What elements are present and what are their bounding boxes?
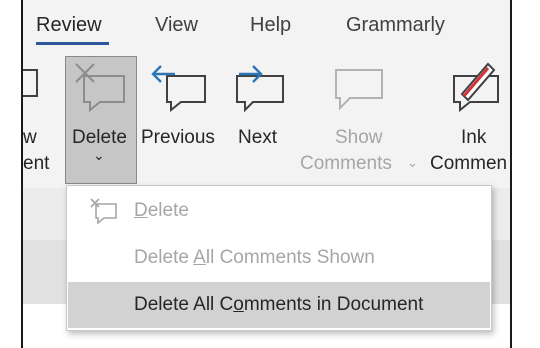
window-border-right: [510, 0, 512, 348]
menu-item-delete[interactable]: Delete: [68, 188, 490, 234]
menu-item-label: Delete All Comments in Document: [134, 294, 424, 315]
ink-comment-label-line2[interactable]: Commen: [430, 153, 507, 175]
previous-button-label[interactable]: Previous: [141, 127, 215, 149]
chevron-down-icon: ⌄: [93, 147, 105, 163]
delete-comment-icon: [90, 198, 117, 224]
previous-comment-icon: [151, 65, 206, 112]
new-comment-icon: [23, 69, 38, 97]
ink-comment-label-line1[interactable]: Ink: [461, 127, 486, 149]
ink-comment-icon: [453, 62, 499, 112]
menu-item-delete-all-shown[interactable]: Delete All Comments Shown: [68, 235, 490, 281]
delete-button-label: Delete: [72, 127, 127, 148]
tab-view[interactable]: View: [155, 14, 198, 37]
menu-item-label: Delete: [134, 200, 189, 221]
chevron-down-icon: ⌄: [407, 155, 418, 170]
new-comment-label-line2[interactable]: ent: [23, 153, 49, 175]
tab-help[interactable]: Help: [250, 14, 291, 37]
tab-grammarly[interactable]: Grammarly: [346, 14, 445, 37]
active-tab-indicator: [36, 42, 109, 45]
menu-item-label: Delete All Comments Shown: [134, 247, 375, 268]
new-comment-label-line1[interactable]: w: [23, 127, 37, 149]
show-comments-label-line1: Show: [335, 127, 383, 148]
next-comment-icon: [236, 65, 284, 112]
delete-comment-icon: [75, 63, 125, 112]
show-comments-label-line2: Comments: [300, 153, 392, 174]
next-button-label[interactable]: Next: [238, 127, 277, 149]
show-comments-icon: [335, 69, 383, 111]
delete-dropdown-menu: Delete Delete All Comments Shown Delete …: [66, 185, 492, 331]
tab-review[interactable]: Review: [36, 14, 102, 37]
menu-item-delete-all-in-document[interactable]: Delete All Comments in Document: [68, 282, 490, 328]
